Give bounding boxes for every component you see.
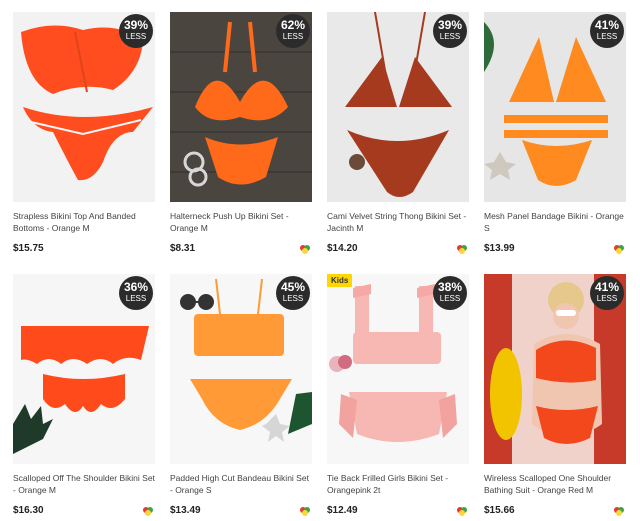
price-row: $14.20 (327, 238, 469, 254)
discount-badge: 41% LESS (590, 276, 624, 310)
price-row: $12.49 (327, 500, 469, 516)
product-image[interactable]: 39% LESS (13, 12, 155, 202)
product-image[interactable]: Kids 38% LESS (327, 274, 469, 464)
price-row: $13.99 (484, 238, 626, 254)
discount-less-label: LESS (125, 294, 147, 303)
discount-badge: 39% LESS (433, 14, 467, 48)
product-image[interactable]: 39% LESS (327, 12, 469, 202)
discount-badge: 38% LESS (433, 276, 467, 310)
discount-less-label: LESS (439, 294, 461, 303)
product-title[interactable]: Padded High Cut Bandeau Bikini Set - Ora… (170, 472, 312, 496)
product-card[interactable]: 41% LESS Mesh Panel Bandage Bikini - Ora… (484, 12, 626, 254)
product-card[interactable]: Kids 38% LESS Tie Back Frilled Girls Bik… (327, 274, 469, 516)
color-options-icon[interactable] (614, 503, 624, 516)
product-title[interactable]: Mesh Panel Bandage Bikini - Orange S (484, 210, 626, 234)
discount-less-label: LESS (596, 294, 618, 303)
product-image[interactable]: 36% LESS (13, 274, 155, 464)
discount-percent: 62% (280, 18, 306, 32)
color-options-icon[interactable] (300, 503, 310, 516)
discount-percent: 45% (280, 280, 306, 294)
discount-percent: 38% (437, 280, 463, 294)
product-title[interactable]: Wireless Scalloped One Shoulder Bathing … (484, 472, 626, 496)
price-row: $16.30 (13, 500, 155, 516)
product-price: $12.49 (327, 505, 358, 516)
discount-badge: 45% LESS (276, 276, 310, 310)
discount-percent: 39% (437, 18, 463, 32)
discount-badge: 41% LESS (590, 14, 624, 48)
color-options-icon[interactable] (143, 503, 153, 516)
price-row: $15.66 (484, 500, 626, 516)
price-row: $15.75 (13, 238, 155, 254)
color-options-icon[interactable] (457, 241, 467, 254)
discount-percent: 36% (123, 280, 149, 294)
discount-percent: 41% (594, 280, 620, 294)
product-title[interactable]: Halterneck Push Up Bikini Set - Orange M (170, 210, 312, 234)
discount-badge: 62% LESS (276, 14, 310, 48)
product-grid: 39% LESS Strapless Bikini Top And Banded… (0, 0, 640, 518)
discount-less-label: LESS (125, 32, 147, 41)
product-price: $15.66 (484, 505, 515, 516)
discount-badge: 39% LESS (119, 14, 153, 48)
product-price: $8.31 (170, 243, 196, 254)
product-image[interactable]: 41% LESS (484, 12, 626, 202)
product-price: $16.30 (13, 505, 44, 516)
discount-less-label: LESS (439, 32, 461, 41)
color-options-icon[interactable] (614, 241, 624, 254)
product-title[interactable]: Strapless Bikini Top And Banded Bottoms … (13, 210, 155, 234)
color-options-icon[interactable] (457, 503, 467, 516)
product-card[interactable]: 41% LESS Wireless Scalloped One Shoulder… (484, 274, 626, 516)
price-row: $13.49 (170, 500, 312, 516)
product-price: $14.20 (327, 243, 358, 254)
discount-less-label: LESS (282, 32, 304, 41)
product-card[interactable]: 39% LESS Strapless Bikini Top And Banded… (13, 12, 155, 254)
product-title[interactable]: Scalloped Off The Shoulder Bikini Set - … (13, 472, 155, 496)
kids-tag: Kids (327, 274, 353, 287)
product-price: $13.49 (170, 505, 201, 516)
discount-percent: 39% (123, 18, 149, 32)
color-options-icon[interactable] (300, 241, 310, 254)
discount-badge: 36% LESS (119, 276, 153, 310)
product-image[interactable]: 41% LESS (484, 274, 626, 464)
product-card[interactable]: 45% LESS Padded High Cut Bandeau Bikini … (170, 274, 312, 516)
product-image[interactable]: 45% LESS (170, 274, 312, 464)
product-card[interactable]: 36% LESS Scalloped Off The Shoulder Biki… (13, 274, 155, 516)
product-title[interactable]: Cami Velvet String Thong Bikini Set - Ja… (327, 210, 469, 234)
product-title[interactable]: Tie Back Frilled Girls Bikini Set - Oran… (327, 472, 469, 496)
discount-less-label: LESS (282, 294, 304, 303)
product-card[interactable]: 62% LESS Halterneck Push Up Bikini Set -… (170, 12, 312, 254)
discount-less-label: LESS (596, 32, 618, 41)
product-price: $15.75 (13, 243, 44, 254)
product-price: $13.99 (484, 243, 515, 254)
product-card[interactable]: 39% LESS Cami Velvet String Thong Bikini… (327, 12, 469, 254)
discount-percent: 41% (594, 18, 620, 32)
product-image[interactable]: 62% LESS (170, 12, 312, 202)
price-row: $8.31 (170, 238, 312, 254)
